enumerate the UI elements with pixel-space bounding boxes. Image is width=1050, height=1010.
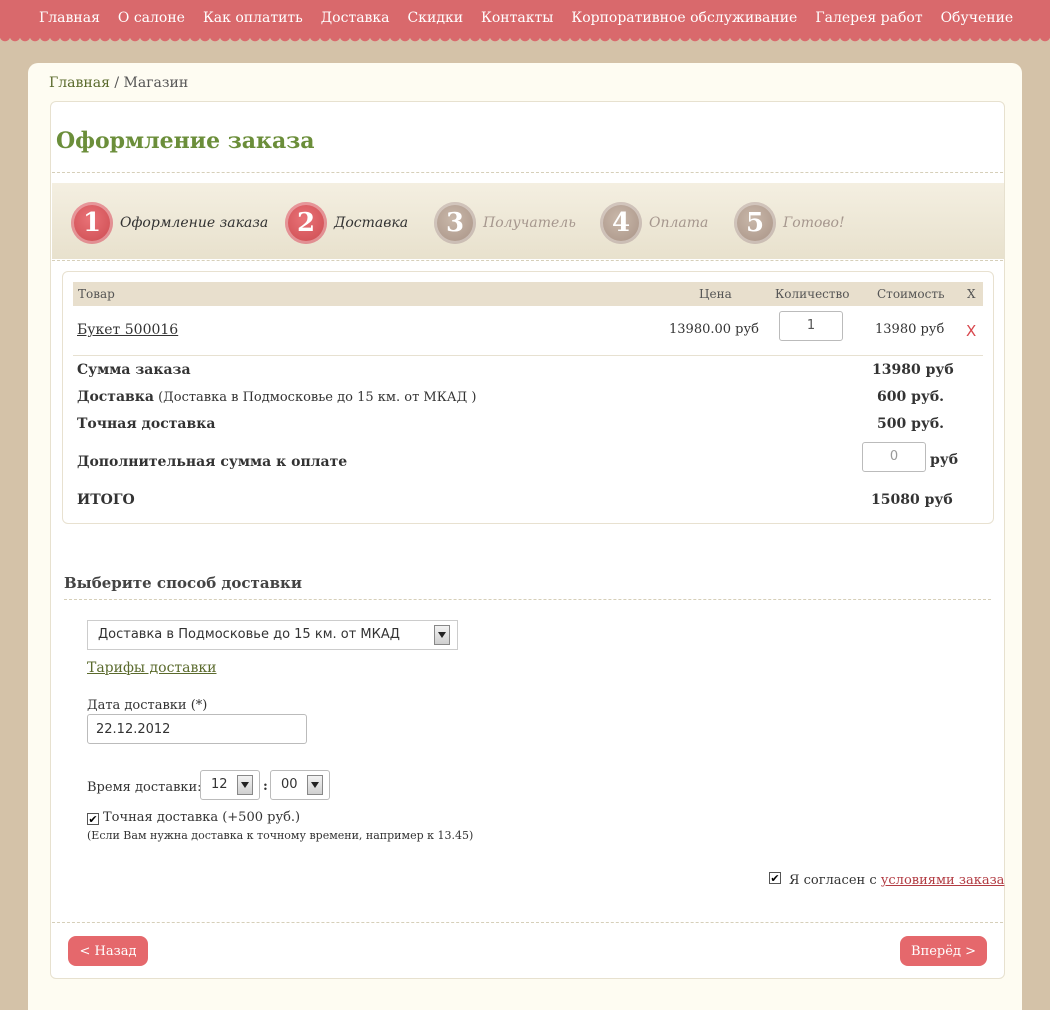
- delivery-date-input[interactable]: 22.12.2012: [87, 714, 307, 744]
- header-cost: Стоимость: [877, 287, 945, 301]
- delivery-tariffs-link[interactable]: Тарифы доставки: [87, 660, 216, 676]
- header-quantity: Количество: [775, 287, 850, 301]
- check-icon: ✔: [88, 812, 98, 826]
- step-4: 4 Оплата: [600, 202, 708, 244]
- nav-list: Главная О салоне Как оплатить Доставка С…: [30, 10, 1022, 26]
- extra-sum-label: Дополнительная сумма к оплате: [77, 454, 348, 470]
- cart-item-cost: 13980 руб: [875, 322, 945, 337]
- step-5-label: Готово!: [783, 215, 845, 231]
- step-1-badge: 1: [71, 202, 113, 244]
- delivery-method-value: Доставка в Подмосковье до 15 км. от МКАД: [98, 627, 400, 642]
- delivery-section-title: Выберите способ доставки: [64, 574, 302, 592]
- step-5: 5 Готово!: [734, 202, 845, 244]
- total-label: ИТОГО: [77, 492, 135, 508]
- breadcrumb-separator: /: [109, 75, 124, 91]
- order-sum-value: 13980 руб: [872, 362, 954, 378]
- extra-sum-unit: руб: [930, 452, 959, 468]
- step-5-badge: 5: [734, 202, 776, 244]
- breadcrumb-current: Магазин: [123, 75, 189, 91]
- delivery-note: (Доставка в Подмосковье до 15 км. от МКА…: [153, 390, 477, 405]
- time-separator: :: [263, 779, 268, 794]
- remove-item-button[interactable]: X: [966, 322, 976, 340]
- step-2: 2 Доставка: [285, 202, 408, 244]
- hour-chevron-down-icon[interactable]: [237, 775, 253, 795]
- header-remove: X: [967, 287, 976, 301]
- step-2-label: Доставка: [334, 215, 409, 231]
- header-product: Товар: [78, 287, 115, 301]
- header-price: Цена: [699, 287, 732, 301]
- exact-delivery-value: 500 руб.: [877, 416, 945, 432]
- nav-item-gallery[interactable]: Галерея работ: [806, 10, 931, 26]
- step-3-badge: 3: [434, 202, 476, 244]
- nav-item-training[interactable]: Обучение: [932, 10, 1023, 26]
- agreement-prefix: Я согласен с: [789, 873, 881, 888]
- top-nav-bar: Главная О салоне Как оплатить Доставка С…: [0, 0, 1050, 38]
- back-button[interactable]: < Назад: [68, 936, 148, 966]
- next-button[interactable]: Вперёд >: [900, 936, 987, 966]
- nav-item-payment[interactable]: Как оплатить: [194, 10, 312, 26]
- agreement-checkbox[interactable]: ✔: [769, 872, 781, 884]
- exact-delivery-checkbox-label: Точная доставка (+500 руб.): [103, 810, 301, 825]
- cart-table-header: Товар Цена Количество Стоимость X: [73, 282, 983, 306]
- exact-delivery-label: Точная доставка: [77, 416, 216, 432]
- checkout-steps: 1 Оформление заказа 2 Доставка 3 Получат…: [52, 183, 1004, 259]
- steps-divider: [52, 260, 1003, 261]
- exact-delivery-hint: (Если Вам нужна доставка к точному време…: [87, 829, 474, 842]
- total-value: 15080 руб: [871, 492, 953, 508]
- minute-chevron-down-icon[interactable]: [307, 775, 323, 795]
- step-3-label: Получатель: [483, 215, 576, 231]
- breadcrumb-home-link[interactable]: Главная: [49, 75, 110, 91]
- nav-item-home[interactable]: Главная: [30, 10, 109, 26]
- delivery-time-label: Время доставки:: [87, 780, 202, 795]
- delivery-divider: [64, 599, 991, 600]
- delivery-method-select[interactable]: Доставка в Подмосковье до 15 км. от МКАД: [87, 620, 458, 650]
- order-sum-label: Сумма заказа: [77, 362, 191, 378]
- delivery-label: Доставка: [77, 389, 154, 405]
- step-1: 1 Оформление заказа: [71, 202, 268, 244]
- step-1-label: Оформление заказа: [120, 215, 269, 231]
- agreement-text: Я согласен с условиями заказа: [789, 873, 1004, 888]
- footer-divider: [52, 922, 1003, 923]
- delivery-date-value: 22.12.2012: [96, 722, 171, 737]
- minute-value: 00: [281, 777, 298, 792]
- nav-item-contacts[interactable]: Контакты: [472, 10, 562, 26]
- exact-delivery-checkbox[interactable]: ✔: [87, 813, 99, 825]
- title-divider: [52, 172, 1003, 173]
- nav-item-delivery[interactable]: Доставка: [312, 10, 399, 26]
- breadcrumb: Главная / Магазин: [49, 75, 188, 91]
- order-terms-link[interactable]: условиями заказа: [881, 873, 1005, 888]
- delivery-date-label: Дата доставки (*): [87, 698, 208, 713]
- step-4-badge: 4: [600, 202, 642, 244]
- chevron-down-icon[interactable]: [434, 625, 450, 645]
- delivery-row: Доставка (Доставка в Подмосковье до 15 к…: [77, 389, 476, 405]
- hour-value: 12: [211, 777, 228, 792]
- nav-item-about[interactable]: О салоне: [109, 10, 194, 26]
- agreement-check-icon: ✔: [770, 871, 780, 885]
- step-3: 3 Получатель: [434, 202, 576, 244]
- nav-item-discounts[interactable]: Скидки: [399, 10, 473, 26]
- step-2-badge: 2: [285, 202, 327, 244]
- quantity-input[interactable]: 1: [779, 311, 843, 341]
- nav-item-corporate[interactable]: Корпоративное обслуживание: [562, 10, 806, 26]
- delivery-value: 600 руб.: [877, 389, 945, 405]
- nav-scalloped-edge: [0, 36, 1050, 46]
- cart-item-price: 13980.00 руб: [669, 322, 759, 337]
- extra-sum-input[interactable]: 0: [862, 442, 926, 472]
- cart-item-name-link[interactable]: Букет 500016: [77, 322, 178, 338]
- page-title: Оформление заказа: [56, 128, 315, 154]
- cart-separator: [73, 355, 983, 356]
- step-4-label: Оплата: [649, 215, 709, 231]
